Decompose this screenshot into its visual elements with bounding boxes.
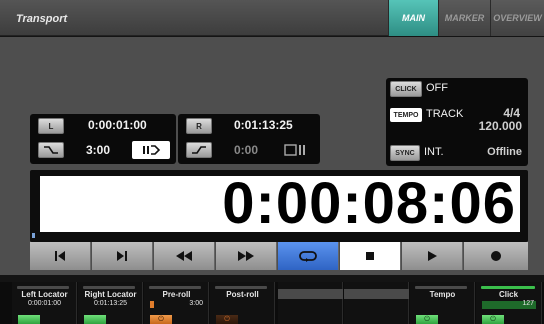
fast-forward-icon — [238, 251, 254, 261]
pre-roll-toggle-icon[interactable] — [132, 141, 170, 159]
fast-forward-button[interactable] — [216, 242, 277, 270]
tab-main[interactable]: MAIN — [388, 0, 438, 36]
left-locator-panel: L 0:00:01:00 3:00 — [30, 114, 176, 164]
click-level-bar: 127 — [482, 300, 536, 309]
tempo-button[interactable]: TEMPO — [390, 108, 422, 122]
record-button[interactable] — [464, 242, 528, 270]
left-locator-button[interactable]: L — [38, 118, 64, 134]
pre-roll-icon[interactable] — [38, 142, 64, 158]
time-display: 0:00:08:06 — [40, 171, 520, 236]
strip-header — [278, 289, 343, 299]
go-to-start-button[interactable] — [30, 242, 91, 270]
post-roll-icon[interactable] — [186, 142, 212, 158]
left-locator-time: 0:00:01:00 — [88, 118, 147, 132]
time-signature: 4/4 — [503, 106, 520, 120]
strip-label: Left Locator — [21, 290, 68, 299]
click-button[interactable]: CLICK — [390, 81, 422, 97]
info-panel: CLICK OFF TEMPO TRACK 4/4 120.000 SYNC I… — [386, 78, 528, 166]
power-icon[interactable]: ⏻ — [150, 315, 172, 324]
go-to-start-icon — [55, 251, 65, 261]
strip-indicator — [215, 286, 267, 289]
left-locator-strip[interactable]: Left Locator 0:00:01:00 — [12, 282, 77, 324]
strip-led-green[interactable] — [18, 315, 40, 324]
click-value: OFF — [426, 82, 448, 94]
strip-indicator — [481, 286, 535, 289]
strip-value: 3:00 — [189, 300, 203, 307]
rewind-icon — [176, 251, 192, 261]
sync-button[interactable]: SYNC — [390, 145, 420, 161]
right-locator-button[interactable]: R — [186, 118, 212, 134]
strip-value: 0:00:01:00 — [27, 300, 62, 307]
pre-roll-value: 3:00 — [86, 143, 111, 157]
position-time: 0:00:08:06 — [222, 171, 516, 236]
power-icon[interactable]: ⏻ — [216, 315, 238, 324]
post-roll-value: 0:00 — [234, 143, 259, 157]
tempo-strip[interactable]: Tempo ⏻ — [410, 282, 475, 324]
go-to-end-icon — [117, 251, 127, 261]
click-strip[interactable]: Click 127 ⏻ — [476, 282, 542, 324]
strip-led-green[interactable] — [84, 315, 106, 324]
tempo-mode: TRACK — [426, 108, 464, 120]
right-locator-time: 0:01:13:25 — [234, 118, 293, 132]
strip-indicator — [17, 286, 69, 289]
sync-status: Offline — [487, 146, 522, 158]
stop-button[interactable] — [340, 242, 401, 270]
strip-header — [344, 289, 409, 299]
tempo-value: 120.000 — [478, 119, 522, 133]
strip-indicator — [415, 286, 467, 289]
time-display-frame: 0:00:08:06 — [30, 170, 528, 242]
power-icon[interactable]: ⏻ — [482, 315, 504, 324]
sync-source: INT. — [424, 146, 444, 158]
cycle-icon — [299, 251, 317, 262]
strip-indicator — [83, 286, 135, 289]
window-title: Transport — [16, 13, 68, 25]
position-marker — [32, 233, 35, 238]
post-roll-strip[interactable]: Post-roll ⏻ — [210, 282, 275, 324]
post-roll-toggle-icon[interactable] — [276, 141, 314, 159]
play-icon — [428, 251, 437, 261]
record-icon — [491, 251, 501, 261]
power-icon[interactable]: ⏻ — [416, 315, 438, 324]
tab-overview[interactable]: OVERVIEW — [490, 0, 544, 36]
strip-indicator — [149, 286, 201, 289]
go-to-end-button[interactable] — [92, 242, 153, 270]
rewind-button[interactable] — [154, 242, 215, 270]
strip-label: Pre-roll — [162, 290, 191, 299]
pre-roll-strip[interactable]: Pre-roll 3:00 ⏻ — [144, 282, 209, 324]
header-bar: Transport MAIN MARKER OVERVIEW — [0, 0, 544, 36]
strip-label: Right Locator — [84, 290, 137, 299]
play-button[interactable] — [402, 242, 463, 270]
strip-label: Click — [498, 290, 519, 299]
cycle-button[interactable] — [278, 242, 339, 270]
empty-strip-2 — [344, 282, 409, 324]
strip-label: Post-roll — [226, 290, 259, 299]
stop-icon — [366, 252, 374, 260]
right-locator-strip[interactable]: Right Locator 0:01:13:25 — [78, 282, 143, 324]
empty-strip-1 — [278, 282, 343, 324]
strip-value: 0:01:13:25 — [93, 300, 128, 307]
strip-value: 127 — [522, 300, 534, 307]
tab-marker[interactable]: MARKER — [438, 0, 490, 36]
right-locator-panel: R 0:01:13:25 0:00 — [178, 114, 320, 164]
strip-level-bar — [150, 301, 154, 308]
strip-label: Tempo — [429, 290, 456, 299]
